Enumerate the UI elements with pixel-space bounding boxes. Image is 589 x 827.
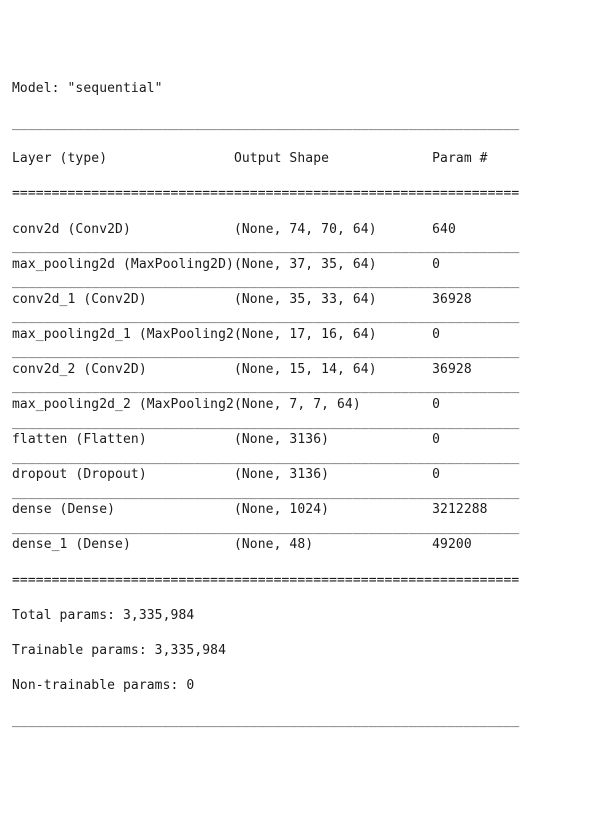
layer-row: flatten (Flatten) (None, 3136) 0 (12, 431, 577, 449)
divider-underscore: ________________________________________… (12, 115, 577, 133)
divider-underscore: ________________________________________… (12, 484, 577, 502)
total-params: Total params: 3,335,984 (12, 607, 577, 625)
divider-underscore: ________________________________________… (12, 449, 577, 467)
layer-row: dense (Dense) (None, 1024) 3212288 (12, 501, 577, 519)
divider-equals: ========================================… (12, 185, 577, 203)
trainable-params: Trainable params: 3,335,984 (12, 642, 577, 660)
divider-underscore: ________________________________________… (12, 308, 577, 326)
divider-underscore: ________________________________________… (12, 712, 577, 730)
divider-underscore: ________________________________________… (12, 414, 577, 432)
divider-underscore: ________________________________________… (12, 378, 577, 396)
layer-row: dense_1 (Dense) (None, 48) 49200 (12, 536, 577, 554)
divider-underscore: ________________________________________… (12, 238, 577, 256)
layer-row: dropout (Dropout) (None, 3136) 0 (12, 466, 577, 484)
layer-row: max_pooling2d_1 (MaxPooling2(None, 17, 1… (12, 326, 577, 344)
header-row: Layer (type) Output Shape Param # (12, 150, 577, 168)
layer-row: conv2d_1 (Conv2D) (None, 35, 33, 64) 369… (12, 291, 577, 309)
layer-row: max_pooling2d_2 (MaxPooling2(None, 7, 7,… (12, 396, 577, 414)
model-name-line: Model: "sequential" (12, 80, 577, 98)
non-trainable-params: Non-trainable params: 0 (12, 677, 577, 695)
divider-underscore: ________________________________________… (12, 273, 577, 291)
layer-row: conv2d (Conv2D) (None, 74, 70, 64) 640 (12, 221, 577, 239)
divider-equals: ========================================… (12, 572, 577, 590)
divider-underscore: ________________________________________… (12, 519, 577, 537)
layer-row: max_pooling2d (MaxPooling2D)(None, 37, 3… (12, 256, 577, 274)
layer-row: conv2d_2 (Conv2D) (None, 15, 14, 64) 369… (12, 361, 577, 379)
divider-underscore: ________________________________________… (12, 343, 577, 361)
